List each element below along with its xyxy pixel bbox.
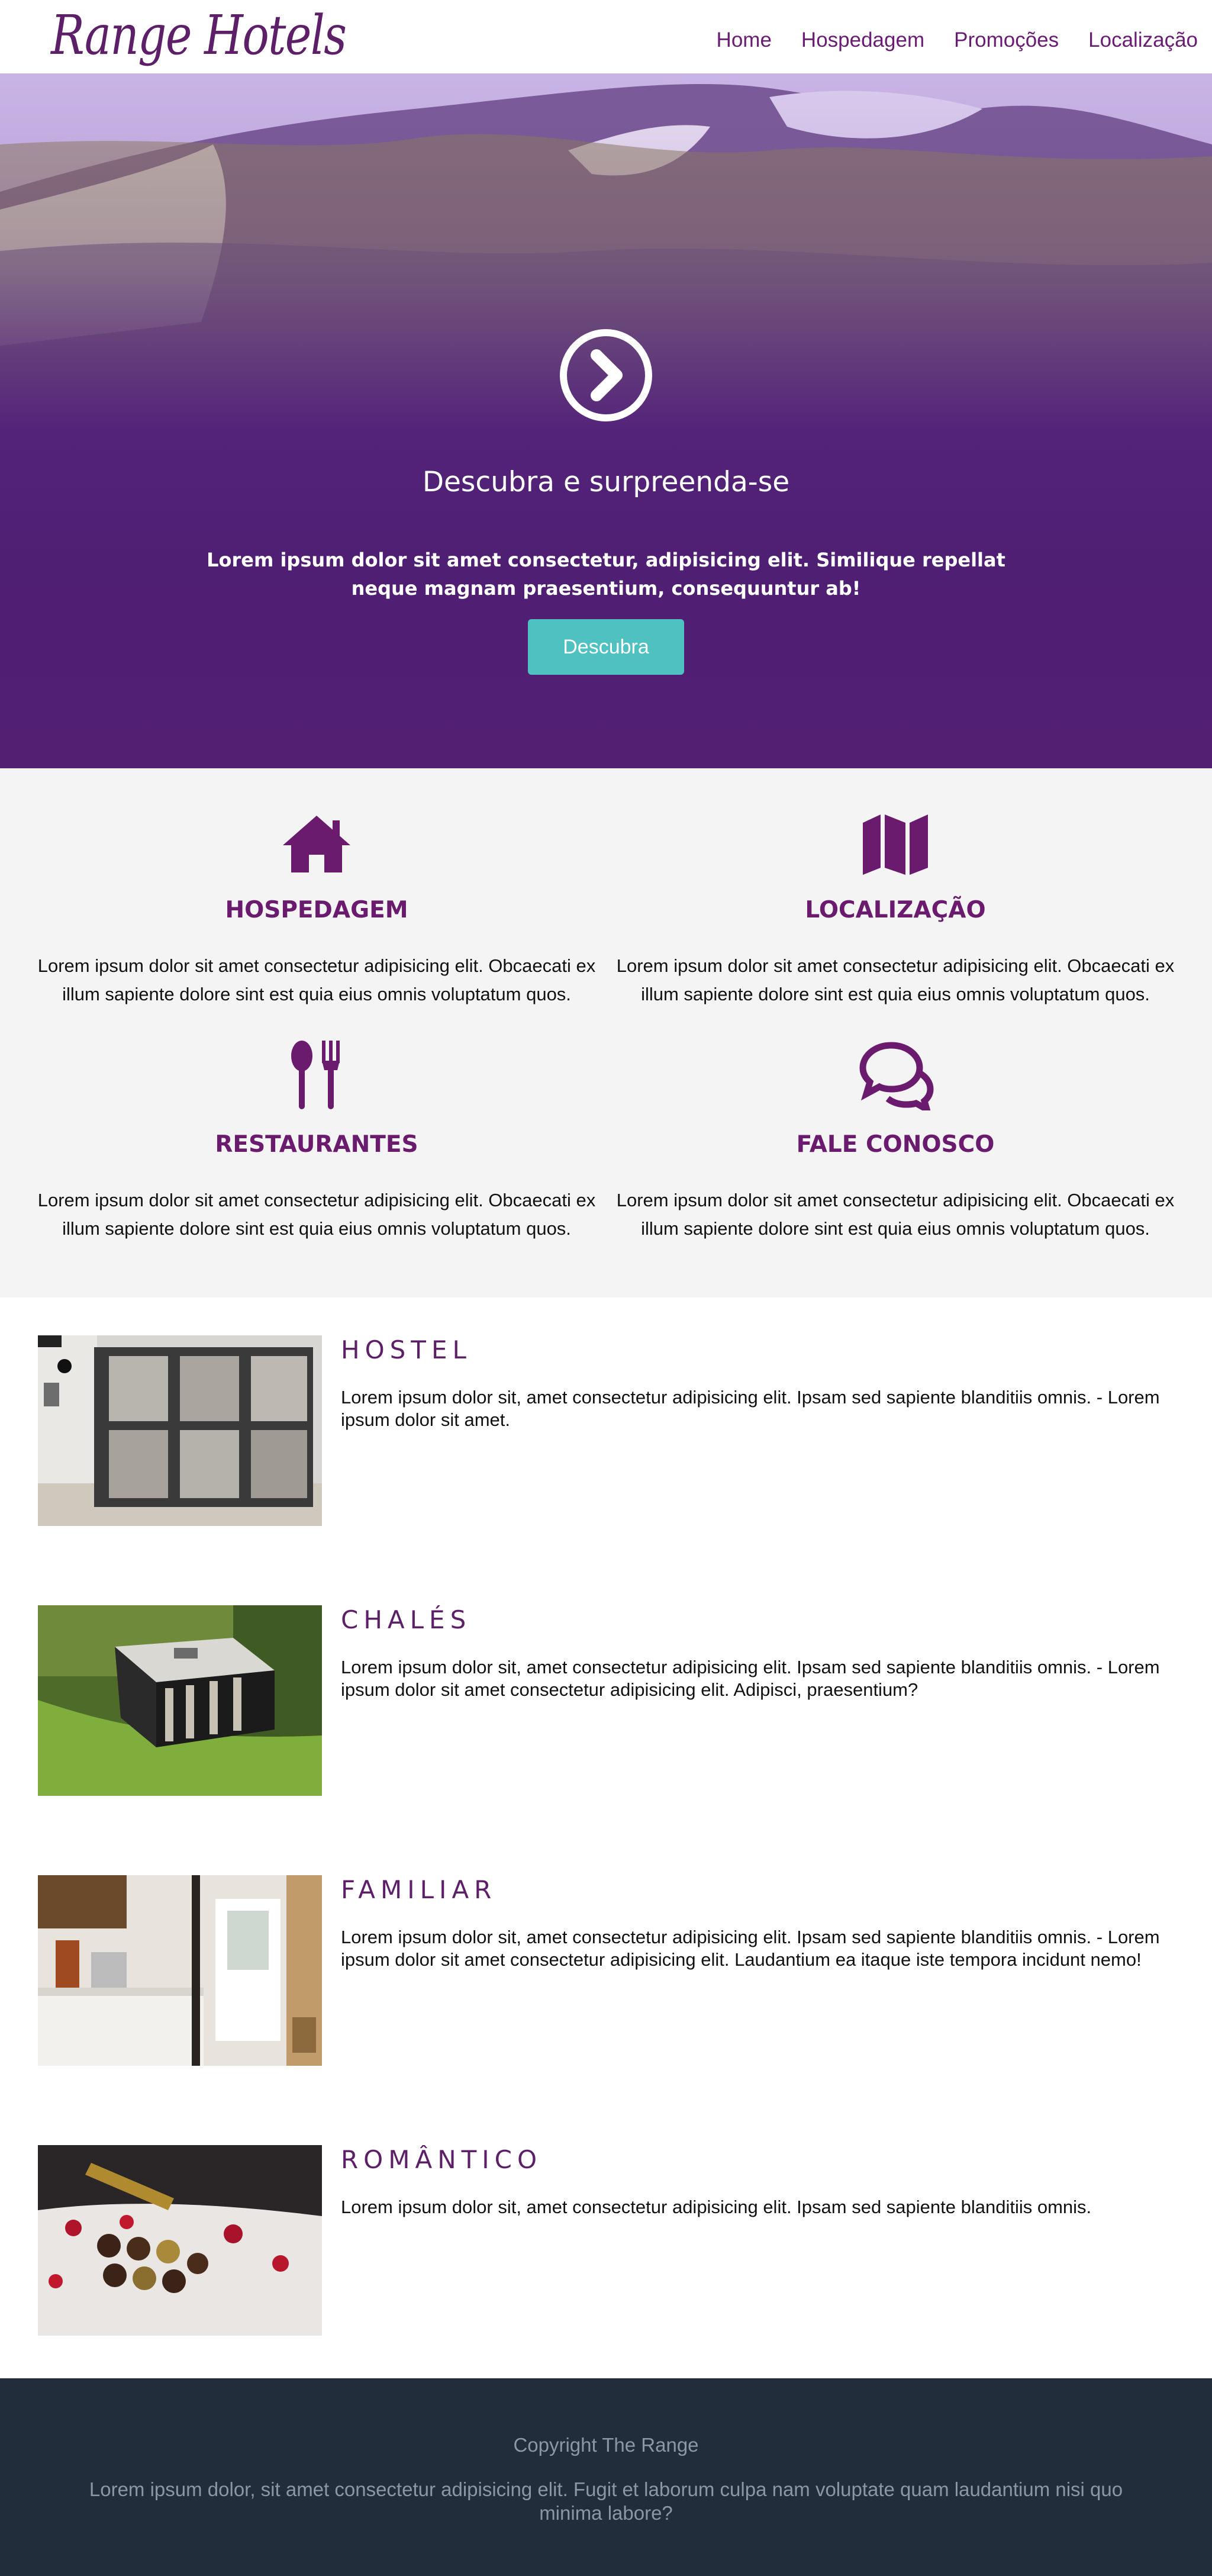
nav-link-hospedagem[interactable]: Hospedagem bbox=[801, 28, 924, 52]
feature-title: FALE CONOSCO bbox=[796, 1131, 995, 1158]
feature-fale-conosco: FALE CONOSCO Lorem ipsum dolor sit amet … bbox=[614, 1039, 1176, 1243]
brand-logo[interactable]: Range Hotels bbox=[51, 4, 347, 67]
romantico-image[interactable] bbox=[38, 2145, 322, 2336]
nav-menu: Home Hospedagem Promoções Localização bbox=[717, 28, 1198, 52]
footer-text: Lorem ipsum dolor, sit amet consectetur … bbox=[89, 2478, 1123, 2524]
room-title: CHALÉS bbox=[341, 1605, 472, 1634]
room-text: Lorem ipsum dolor sit, amet consectetur … bbox=[341, 1387, 1160, 1430]
room-title: ROMÂNTICO bbox=[341, 2145, 543, 2174]
hostel-image[interactable] bbox=[38, 1335, 322, 1526]
footer: Copyright The Range Lorem ipsum dolor, s… bbox=[0, 2378, 1212, 2576]
chales-image[interactable] bbox=[38, 1605, 322, 1796]
room-chales: CHALÉS Lorem ipsum dolor sit, amet conse… bbox=[38, 1605, 1174, 1796]
feature-title: HOSPEDAGEM bbox=[225, 897, 408, 923]
copyright-text: Copyright The Range bbox=[513, 2434, 699, 2456]
utensils-icon bbox=[291, 1041, 340, 1109]
features-section: HOSPEDAGEM Lorem ipsum dolor sit amet co… bbox=[0, 768, 1212, 1297]
hero-text: Lorem ipsum dolor sit amet consectetur, … bbox=[207, 549, 1005, 600]
hero-banner: Descubra e surpreenda-se Lorem ipsum dol… bbox=[0, 73, 1212, 768]
familiar-image[interactable] bbox=[38, 1875, 322, 2066]
nav-link-home[interactable]: Home bbox=[717, 28, 772, 52]
room-familiar: FAMILIAR Lorem ipsum dolor sit, amet con… bbox=[38, 1875, 1174, 2066]
feature-text: Lorem ipsum dolor sit amet consectetur a… bbox=[37, 955, 596, 1004]
feature-text: Lorem ipsum dolor sit amet consectetur a… bbox=[616, 1190, 1175, 1239]
nav-link-promocoes[interactable]: Promoções bbox=[954, 28, 1059, 52]
feature-restaurantes: RESTAURANTES Lorem ipsum dolor sit amet … bbox=[36, 1039, 598, 1243]
feature-localizacao: LOCALIZAÇÃO Lorem ipsum dolor sit amet c… bbox=[614, 811, 1176, 1009]
hero-content: Descubra e surpreenda-se Lorem ipsum dol… bbox=[0, 328, 1212, 675]
feature-hospedagem: HOSPEDAGEM Lorem ipsum dolor sit amet co… bbox=[36, 811, 598, 1009]
room-text: Lorem ipsum dolor sit, amet consectetur … bbox=[341, 1927, 1160, 1970]
map-icon bbox=[863, 814, 928, 875]
room-text: Lorem ipsum dolor sit, amet consectetur … bbox=[341, 2197, 1092, 2217]
discover-button[interactable]: Descubra bbox=[528, 619, 684, 675]
nav-link-localizacao[interactable]: Localização bbox=[1088, 28, 1198, 52]
hero-title: Descubra e surpreenda-se bbox=[422, 466, 790, 498]
feature-text: Lorem ipsum dolor sit amet consectetur a… bbox=[37, 1190, 596, 1239]
chevron-circle-right-icon bbox=[560, 329, 652, 421]
navbar: Range Hotels Home Hospedagem Promoções L… bbox=[0, 0, 1212, 73]
feature-title: LOCALIZAÇÃO bbox=[805, 897, 986, 923]
chat-bubbles-icon bbox=[859, 1042, 934, 1116]
feature-title: RESTAURANTES bbox=[215, 1131, 418, 1158]
room-title: FAMILIAR bbox=[341, 1875, 497, 1904]
room-romantico: ROMÂNTICO Lorem ipsum dolor sit, amet co… bbox=[38, 2145, 1174, 2336]
room-text: Lorem ipsum dolor sit, amet consectetur … bbox=[341, 1657, 1160, 1700]
room-hostel: HOSTEL Lorem ipsum dolor sit, amet conse… bbox=[38, 1335, 1174, 1526]
house-icon bbox=[283, 816, 350, 872]
feature-text: Lorem ipsum dolor sit amet consectetur a… bbox=[616, 955, 1175, 1004]
room-title: HOSTEL bbox=[341, 1335, 472, 1364]
